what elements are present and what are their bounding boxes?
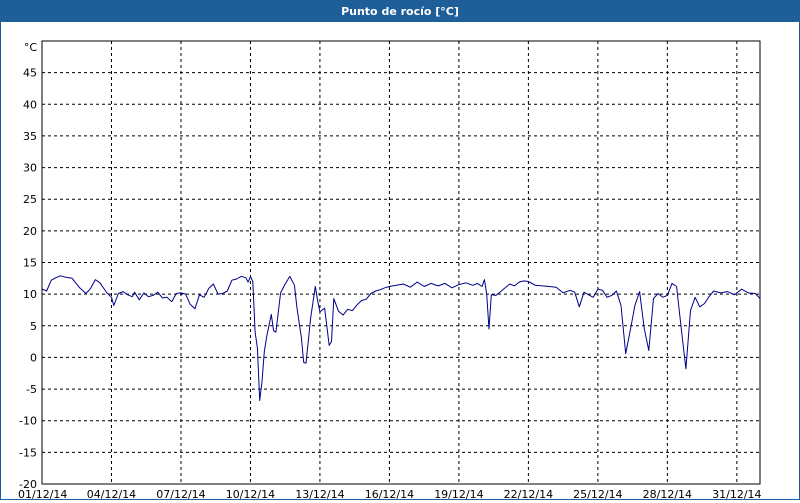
- dew-point-chart: °C -20-15-10-5051015202530354045 01/12/1…: [18, 40, 762, 501]
- y-tick-label: 40: [23, 98, 37, 111]
- x-tick-labels: 01/12/14 04/12/14 07/12/14 10/12/14 13/12/14…: [18, 488, 762, 501]
- x-tick-label: 22/12/14: [504, 488, 553, 499]
- x-tick-label: 01/12/14: [18, 488, 67, 499]
- y-tick-label: 0: [30, 351, 37, 364]
- x-tick-label: 28/12/14: [643, 488, 692, 499]
- plot-frame: [41, 40, 761, 485]
- y-tick-label: 35: [23, 130, 37, 143]
- x-tick-label: 07/12/14: [156, 488, 205, 499]
- chart-window: Punto de rocío [°C] °C -20 -15 -10 -5 0 5 10 15…: [0, 0, 800, 501]
- y-axis-unit-label: °C: [24, 41, 38, 54]
- y-tick-label: -5: [26, 383, 37, 396]
- x-tick-label: 19/12/14: [434, 488, 483, 499]
- y-tick-label: -10: [19, 415, 37, 428]
- y-tick-labels: -20-15-10-5051015202530354045: [19, 67, 37, 491]
- y-tick-label: 15: [23, 257, 37, 270]
- x-tick-label: 04/12/14: [87, 488, 136, 499]
- y-tick-label: 10: [23, 288, 37, 301]
- series-layer: [41, 275, 761, 401]
- chart-area: °C -20 -15 -10 -5 0 5 10 15 20 25 30 35 40 45 01/12/1…: [1, 23, 799, 501]
- x-tick-label: 16/12/14: [365, 488, 414, 499]
- series-line-dew-point: [41, 275, 761, 401]
- y-tick-label: -15: [19, 446, 37, 459]
- y-tick-label: 45: [23, 67, 37, 80]
- y-tick-label: 30: [23, 162, 37, 175]
- y-tick-label: 25: [23, 193, 37, 206]
- y-tick-label: 20: [23, 225, 37, 238]
- chart-title: Punto de rocío [°C]: [1, 1, 799, 22]
- x-tick-label: 10/12/14: [226, 488, 275, 499]
- x-tick-label: 13/12/14: [295, 488, 344, 499]
- grid-layer: [42, 41, 760, 484]
- y-tick-label: 5: [30, 320, 37, 333]
- x-tick-label: 31/12/14: [712, 488, 761, 499]
- x-tick-label: 25/12/14: [573, 488, 622, 499]
